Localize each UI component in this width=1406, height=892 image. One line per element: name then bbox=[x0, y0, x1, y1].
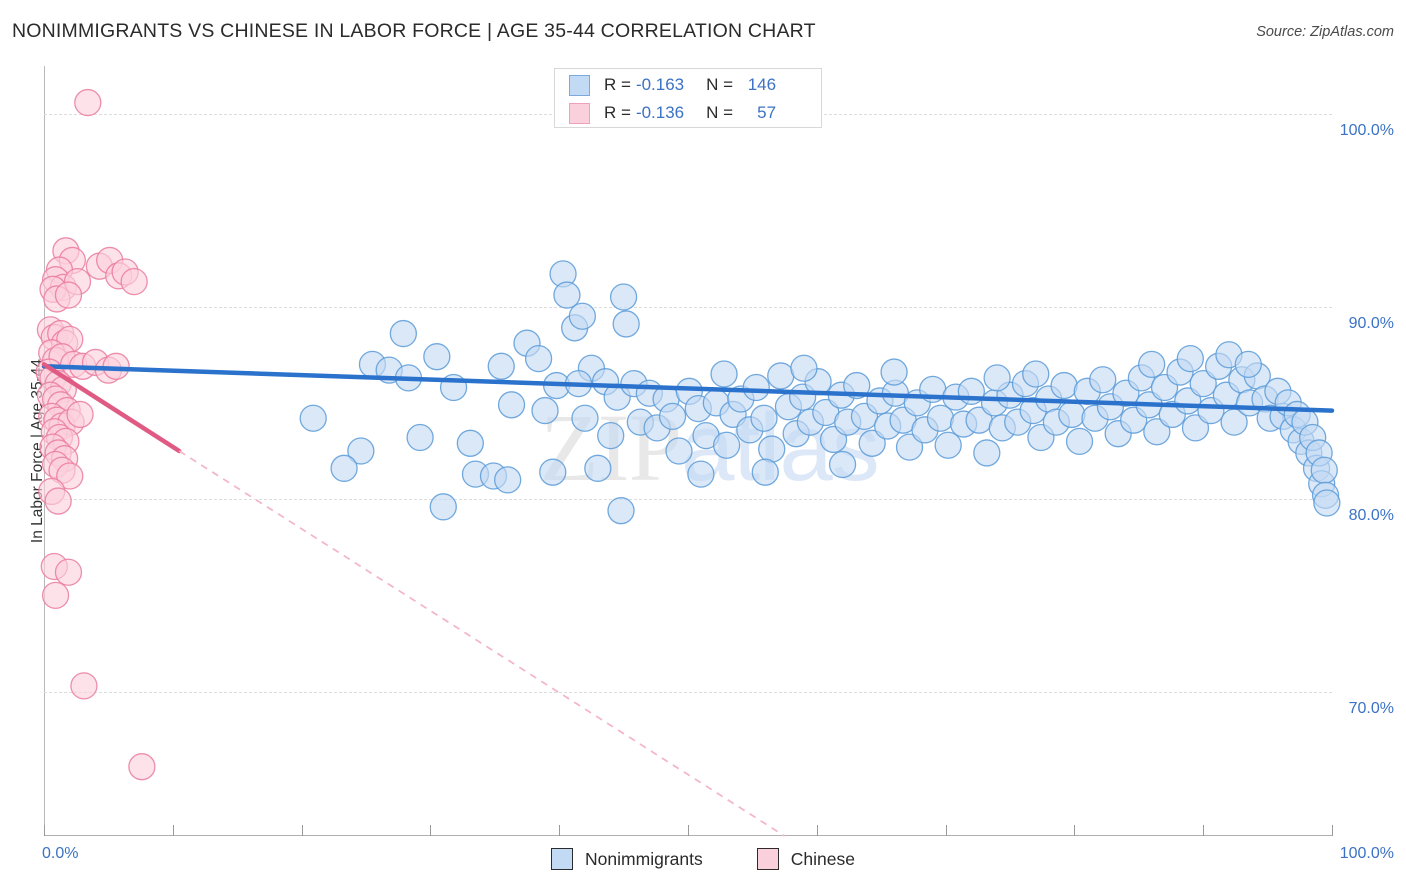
stats-row-chinese: R = -0.136 N = 57 bbox=[555, 99, 821, 127]
data-point bbox=[1138, 350, 1166, 379]
data-point bbox=[1234, 350, 1262, 379]
data-point bbox=[389, 319, 418, 348]
data-point bbox=[524, 344, 553, 373]
r-value-pink: -0.136 bbox=[635, 103, 685, 122]
data-point bbox=[607, 497, 635, 525]
legend-label-nonimmigrants: Nonimmigrants bbox=[585, 848, 703, 869]
data-point bbox=[571, 404, 599, 432]
chart-plot-area: In Labor Force | Age 35-44 bbox=[29, 66, 1341, 837]
data-point bbox=[44, 487, 72, 515]
data-point bbox=[750, 404, 778, 432]
series-legend: Nonimmigrants Chinese bbox=[0, 848, 1406, 870]
legend-item-chinese[interactable]: Chinese bbox=[756, 848, 855, 870]
data-point bbox=[609, 283, 638, 311]
data-point bbox=[665, 437, 693, 465]
data-point bbox=[74, 88, 102, 117]
correlation-stats-legend: R = -0.163 N = 146 R = -0.136 N = 57 bbox=[554, 68, 822, 128]
data-point bbox=[487, 352, 515, 380]
data-point bbox=[54, 558, 83, 586]
data-point bbox=[758, 435, 786, 463]
data-point bbox=[710, 360, 738, 388]
swatch-nonimmigrants bbox=[569, 74, 590, 96]
source-attribution: Source: ZipAtlas.com bbox=[1256, 24, 1394, 40]
data-point bbox=[612, 310, 640, 338]
y-tick-label: 80.0% bbox=[1348, 507, 1394, 525]
data-point bbox=[584, 454, 612, 482]
data-point bbox=[973, 439, 1001, 467]
data-point bbox=[568, 302, 597, 330]
data-point bbox=[406, 423, 434, 452]
r-label-pink: R = bbox=[604, 103, 631, 122]
legend-item-nonimmigrants[interactable]: Nonimmigrants bbox=[551, 848, 703, 870]
data-point bbox=[41, 581, 70, 610]
data-point bbox=[1058, 400, 1086, 429]
data-point bbox=[742, 373, 770, 402]
swatch-chinese bbox=[569, 102, 590, 124]
data-point bbox=[70, 672, 98, 700]
legend-label-chinese: Chinese bbox=[790, 848, 855, 869]
data-point bbox=[751, 458, 779, 486]
data-point bbox=[880, 358, 908, 386]
data-point bbox=[497, 391, 526, 419]
y-tick-label: 90.0% bbox=[1348, 314, 1394, 332]
data-point bbox=[1176, 344, 1204, 373]
stats-row-nonimmigrants: R = -0.163 N = 146 bbox=[555, 71, 821, 99]
data-point bbox=[66, 400, 94, 429]
data-point bbox=[1313, 489, 1341, 517]
data-point bbox=[299, 404, 327, 432]
data-point bbox=[1310, 456, 1338, 484]
data-point bbox=[54, 281, 83, 309]
scatter-plot bbox=[35, 88, 1341, 837]
data-point bbox=[429, 493, 457, 521]
n-value-pink: 57 bbox=[757, 103, 777, 122]
legend-swatch-nonimmigrants bbox=[551, 848, 574, 870]
r-label-blue: R = bbox=[604, 75, 631, 94]
data-point bbox=[712, 431, 741, 459]
data-point bbox=[531, 396, 559, 425]
y-tick-label: 100.0% bbox=[1339, 122, 1394, 140]
data-point bbox=[539, 458, 567, 486]
data-point bbox=[423, 343, 451, 371]
data-point bbox=[1050, 371, 1078, 400]
legend-swatch-chinese bbox=[756, 848, 779, 870]
y-tick-label: 70.0% bbox=[1348, 699, 1394, 717]
data-point bbox=[120, 267, 148, 296]
data-point bbox=[790, 354, 818, 382]
n-label-blue: N = bbox=[706, 75, 734, 94]
data-point bbox=[1065, 427, 1094, 456]
data-point bbox=[597, 421, 625, 450]
data-point bbox=[330, 454, 358, 482]
data-point bbox=[1022, 360, 1050, 388]
series-chinese bbox=[35, 88, 156, 781]
data-point bbox=[687, 460, 715, 488]
data-point bbox=[767, 362, 795, 390]
r-value-blue: -0.163 bbox=[635, 75, 685, 94]
trend-line-extension-chinese bbox=[178, 450, 786, 837]
data-point bbox=[456, 429, 484, 457]
data-point bbox=[1089, 366, 1117, 394]
n-label-pink: N = bbox=[706, 103, 734, 122]
data-point bbox=[828, 450, 857, 479]
page-title: NONIMMIGRANTS VS CHINESE IN LABOR FORCE … bbox=[12, 20, 816, 42]
x-tick bbox=[1332, 825, 1333, 836]
data-point bbox=[658, 402, 687, 431]
n-value-blue: 146 bbox=[747, 75, 777, 94]
data-point bbox=[128, 753, 156, 781]
data-point bbox=[983, 364, 1011, 392]
data-point bbox=[494, 466, 522, 494]
